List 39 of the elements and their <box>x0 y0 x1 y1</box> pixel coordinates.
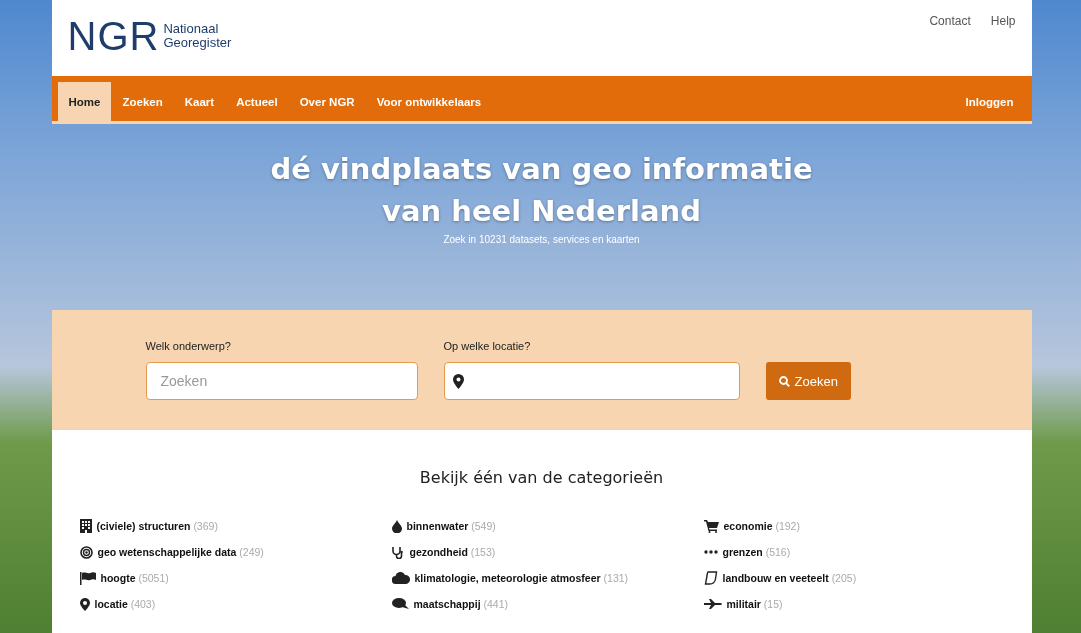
category-link[interactable]: economie (192) <box>703 517 984 535</box>
category-link[interactable]: (civiele) structuren (369) <box>79 517 392 535</box>
field-label: Welk onderwerp? <box>145 340 232 352</box>
hero-title: dé vindplaats van geo informatie van heel Nederland <box>269 151 814 230</box>
category-link[interactable]: locatie (403) <box>79 595 392 613</box>
top-link[interactable]: Help <box>990 14 1016 28</box>
cloud-icon <box>391 572 410 584</box>
flag-icon <box>79 571 96 585</box>
field-label: Op welke locatie? <box>443 340 532 352</box>
chat-icon <box>391 598 409 610</box>
category-link[interactable]: grenzen (516) <box>703 543 984 561</box>
logo-mark[interactable]: NGR <box>67 16 160 56</box>
nav-tab[interactable]: Home <box>57 82 112 121</box>
target-icon <box>79 545 93 559</box>
location-field[interactable] <box>443 362 740 400</box>
category-link[interactable]: hoogte (5051) <box>79 569 392 587</box>
categories-heading: Bekijk één van de categorieën <box>418 468 665 487</box>
pin-icon <box>79 597 90 611</box>
category-link[interactable]: maatschappij (441) <box>391 595 704 613</box>
plane-icon <box>703 599 722 609</box>
dots-icon <box>703 550 718 554</box>
category-link[interactable]: militair (15) <box>703 595 984 613</box>
search-icon <box>778 375 790 387</box>
category-link[interactable]: gezondheid (153) <box>391 543 704 561</box>
outline-shape-icon <box>703 571 718 585</box>
hero-subtitle: Zoek in 10231 datasets, services en kaarten <box>443 234 640 245</box>
map-pin-icon <box>452 373 464 389</box>
drop-icon <box>391 519 402 533</box>
subject-search-field[interactable]: Zoeken <box>145 362 418 400</box>
cart-icon <box>703 519 719 533</box>
category-link[interactable]: geo wetenschappelijke data (249) <box>79 543 392 561</box>
building-icon <box>79 519 92 533</box>
logo-text[interactable]: Nationaal Georegister <box>163 22 232 50</box>
category-link[interactable]: binnenwater (549) <box>391 517 704 535</box>
top-link[interactable]: Contact <box>929 14 971 28</box>
category-link[interactable]: klimatologie, meteorologie atmosfeer (131) <box>391 569 704 587</box>
category-link[interactable]: landbouw en veeteelt (205) <box>703 569 984 587</box>
stethoscope-icon <box>391 545 405 559</box>
search-button[interactable]: Zoeken <box>765 362 851 400</box>
